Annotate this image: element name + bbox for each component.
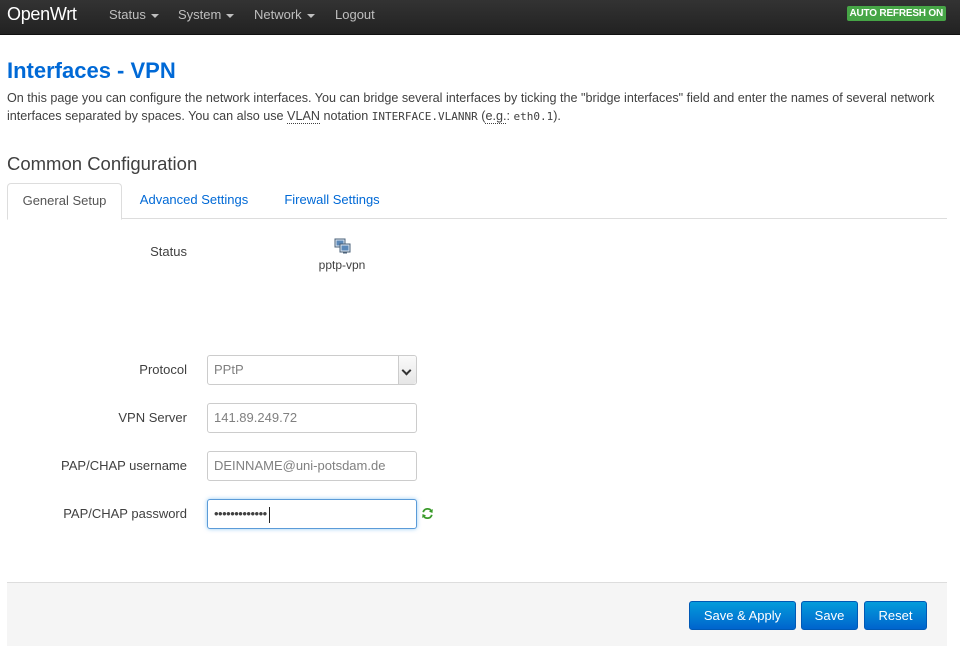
nav-network-label: Network: [254, 7, 302, 22]
nav-status-label: Status: [109, 7, 146, 22]
save-apply-button[interactable]: Save & Apply: [689, 601, 796, 630]
desc-text: ).: [553, 109, 561, 123]
caret-down-icon: [150, 13, 159, 18]
caret-down-icon: [306, 13, 315, 18]
password-label: PAP/CHAP password: [63, 506, 187, 521]
nav-network-menu[interactable]: Network: [254, 7, 315, 22]
tab-general-setup[interactable]: General Setup: [7, 183, 122, 220]
tab-advanced-settings[interactable]: Advanced Settings: [134, 183, 254, 219]
page-description: On this page you can configure the netwo…: [7, 89, 947, 126]
page-title: Interfaces - VPN: [7, 58, 176, 83]
password-masked-value: •••••••••••••: [214, 506, 267, 521]
reset-button[interactable]: Reset: [864, 601, 927, 630]
protocol-selected-value: PPtP: [214, 362, 244, 377]
network-interface-icon: [334, 238, 350, 254]
caret-down-icon: [226, 13, 235, 18]
eg-abbr: e.g.: [485, 109, 507, 124]
status-label: Status: [150, 244, 187, 259]
vlan-notation-code: INTERFACE.VLANNR: [371, 110, 478, 123]
interface-status: pptp-vpn: [290, 238, 394, 272]
username-label: PAP/CHAP username: [61, 458, 187, 473]
section-title: Common Configuration: [7, 153, 198, 174]
nav-system-label: System: [178, 7, 222, 22]
vlan-abbr: VLAN: [287, 109, 320, 124]
auto-refresh-toggle[interactable]: AUTO REFRESH ON: [846, 6, 946, 21]
example-code: eth0.1: [513, 110, 554, 123]
nav-logout-link[interactable]: Logout: [335, 7, 375, 22]
nav-status-menu[interactable]: Status: [109, 7, 159, 22]
tab-firewall-settings[interactable]: Firewall Settings: [277, 183, 387, 219]
vpn-server-label: VPN Server: [118, 410, 187, 425]
text-cursor: [268, 506, 270, 523]
chevron-down-icon[interactable]: [398, 356, 416, 384]
interface-name: pptp-vpn: [318, 258, 366, 272]
top-navbar: OpenWrt Status System Network Logout AUT…: [0, 0, 960, 35]
form-actions-bar: Save & Apply Save Reset: [7, 582, 947, 646]
config-tabs: General Setup Advanced Settings Firewall…: [7, 183, 947, 220]
username-input[interactable]: DEINNAME@uni-potsdam.de: [207, 451, 417, 481]
vpn-server-input[interactable]: 141.89.249.72: [207, 403, 417, 433]
desc-text: notation: [319, 109, 372, 123]
nav-system-menu[interactable]: System: [178, 7, 235, 22]
protocol-select[interactable]: PPtP: [207, 355, 417, 385]
reveal-password-icon[interactable]: [421, 507, 434, 520]
brand-logo[interactable]: OpenWrt: [7, 4, 77, 25]
protocol-label: Protocol: [139, 362, 187, 377]
save-button[interactable]: Save: [801, 601, 858, 630]
password-input[interactable]: •••••••••••••: [207, 499, 417, 529]
